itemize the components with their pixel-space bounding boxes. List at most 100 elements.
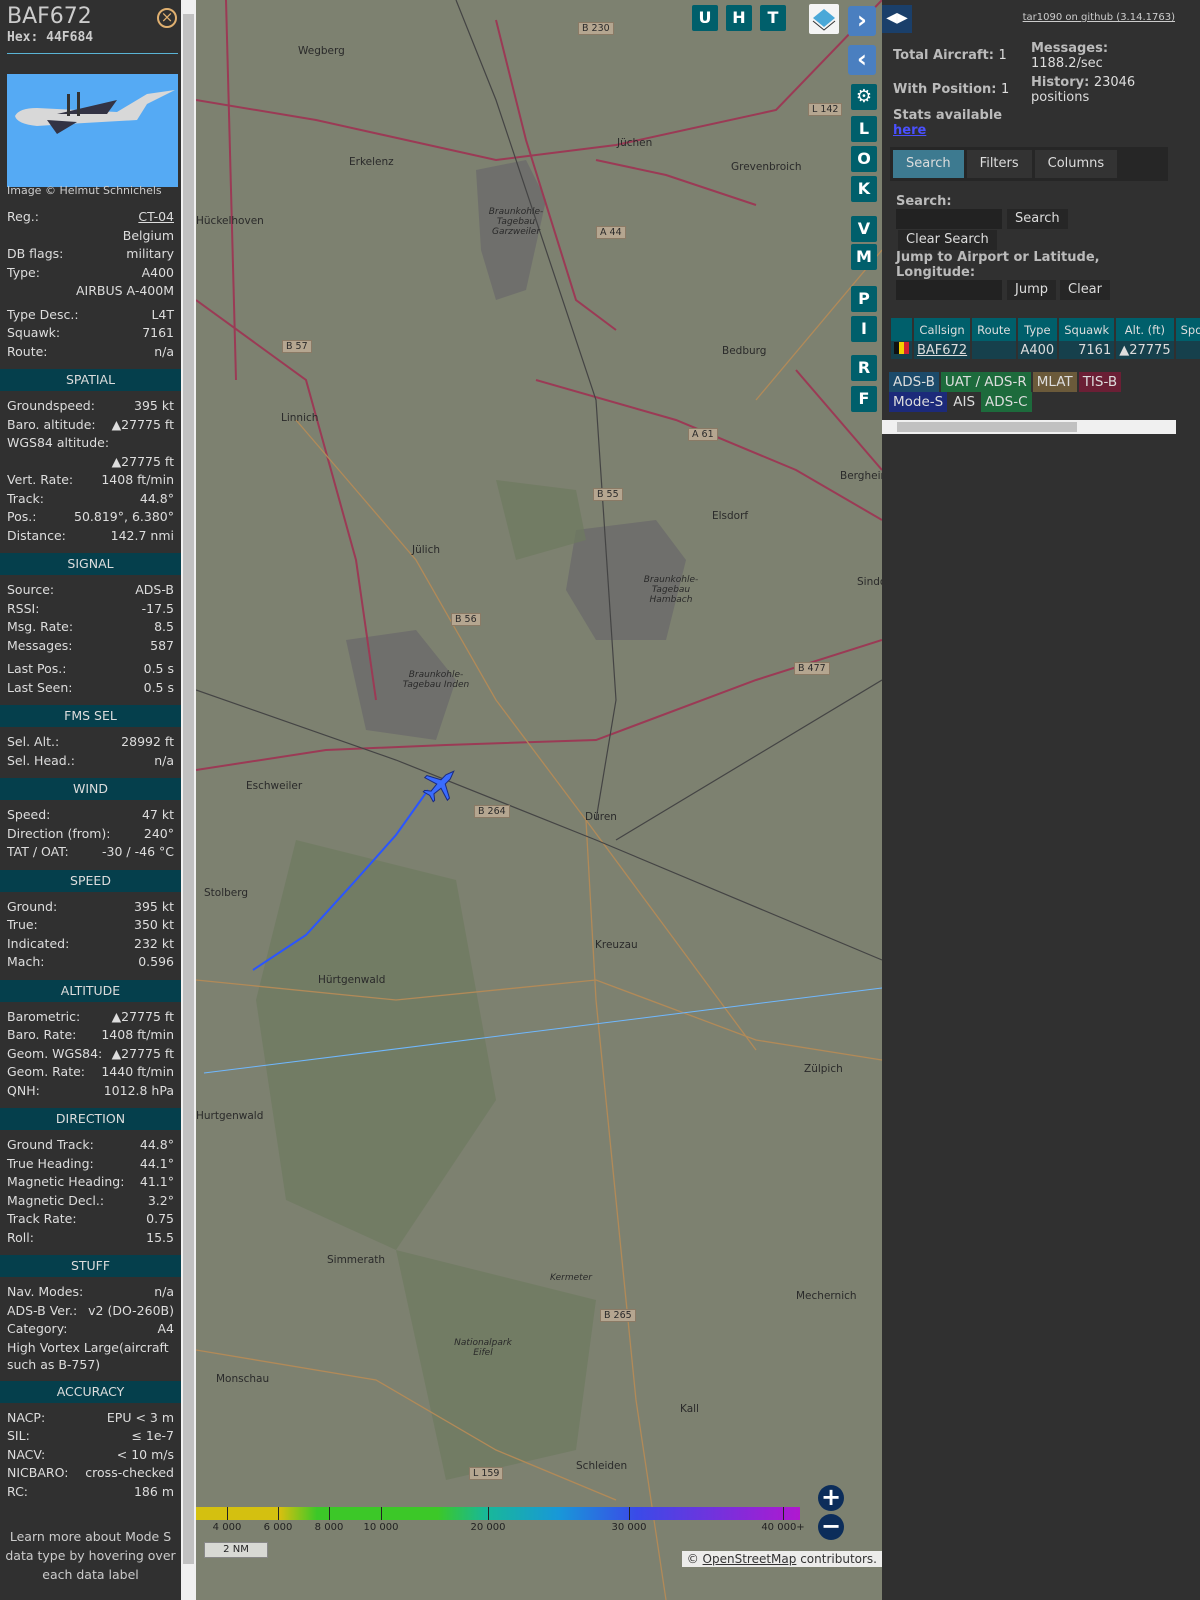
info-label: Last Seen: [7, 679, 73, 695]
tab-filters[interactable]: Filters [966, 150, 1032, 178]
info-row: Source: ADS-B [0, 581, 181, 600]
aircraft-marker[interactable] [417, 760, 465, 808]
layers-button[interactable] [809, 4, 839, 34]
table-row[interactable]: BAF672 A400 7161 ▲27775 [891, 341, 1200, 359]
info-value: ▲27775 ft [111, 416, 174, 432]
col-altitude[interactable]: Alt. (ft) [1116, 318, 1174, 341]
scrollbar-thumb[interactable] [183, 14, 194, 1564]
info-row: Magnetic Decl.: 3.2° [0, 1192, 181, 1211]
map-button-u[interactable]: U [692, 5, 718, 31]
info-value: 28992 ft [121, 734, 174, 749]
map-button-p[interactable]: P [851, 286, 877, 312]
map-button-v[interactable]: V [851, 216, 877, 242]
section-header: SPATIAL [0, 369, 181, 391]
info-label: Squawk: [7, 325, 61, 340]
clear-search-button[interactable]: Clear Search [898, 230, 997, 250]
info-label: Baro. altitude: [7, 416, 96, 432]
info-row: ADS-B Ver.: v2 (DO-260B) [0, 1302, 181, 1321]
osm-link[interactable]: OpenStreetMap [703, 1552, 797, 1566]
info-row: Geom. WGS84: ▲27775 ft [0, 1045, 181, 1064]
map-button-i[interactable]: I [851, 316, 877, 342]
info-row: ▲27775 ft [0, 453, 181, 472]
altitude-tick [783, 1507, 784, 1520]
tab-search[interactable]: Search [893, 150, 964, 178]
source-legend: ADS-B UAT / ADS-R MLAT TIS-B Mode-S AIS ADS-C [889, 372, 1123, 412]
info-label: ADS-B Ver.: [7, 1302, 78, 1318]
info-label: Roll: [7, 1229, 34, 1245]
map-button-f[interactable]: F [851, 386, 877, 412]
info-label: True: [7, 917, 38, 932]
col-speed[interactable]: Spd [1175, 318, 1200, 341]
settings-gear-icon[interactable]: ⚙ [851, 84, 877, 110]
collapse-sidebar-button[interactable]: ‹ [848, 45, 876, 75]
place-label: Hückelhoven [196, 215, 264, 227]
total-aircraft-value: 1 [998, 48, 1007, 63]
clear-jump-button[interactable]: Clear [1060, 280, 1110, 300]
flag-icon [891, 341, 912, 359]
map-button-m[interactable]: M [851, 244, 877, 270]
table-header: Callsign Route Type Squawk Alt. (ft) Spd [891, 318, 1200, 341]
tab-columns[interactable]: Columns [1034, 150, 1118, 178]
motorways [196, 0, 882, 771]
info-value: 41.1° [139, 1174, 174, 1189]
info-row: RC: 186 m [0, 1483, 181, 1502]
scrollbar-thumb[interactable] [897, 422, 1077, 432]
place-label: Linnich [281, 412, 319, 424]
history-stat: History: 23046 positions [1031, 75, 1171, 105]
info-value: 44.8° [139, 1137, 174, 1152]
place-label: Simmerath [327, 1254, 386, 1266]
map-button-r[interactable]: R [851, 355, 877, 381]
altitude-tick [629, 1507, 630, 1520]
col-callsign[interactable]: Callsign [914, 318, 971, 341]
col-type[interactable]: Type [1017, 318, 1058, 341]
github-link[interactable]: tar1090 on github (3.14.1763) [1023, 12, 1175, 23]
altitude-tick-label: 6 000 [263, 1522, 293, 1533]
info-label: Distance: [7, 527, 66, 543]
info-value[interactable]: CT-04 [138, 208, 174, 227]
info-row: Pos.: 50.819°, 6.380° [0, 508, 181, 527]
info-row: Roll: 15.5 [0, 1229, 181, 1248]
map-button-l[interactable]: L [851, 116, 877, 142]
stats-here-link[interactable]: here [893, 123, 926, 138]
road-label: L 159 [469, 1467, 504, 1480]
row-squawk: 7161 [1059, 341, 1115, 359]
col-flag[interactable] [891, 318, 912, 341]
expand-sidebar-button[interactable]: › [848, 6, 876, 36]
zoom-out-button[interactable]: − [818, 1514, 844, 1540]
info-label: Reg.: [7, 209, 39, 224]
search-input[interactable] [896, 209, 1002, 229]
aircraft-photo[interactable] [7, 74, 178, 187]
search-button[interactable]: Search [1007, 209, 1068, 229]
attribution-suffix: contributors. [796, 1552, 877, 1566]
legend-mlat: MLAT [1032, 372, 1077, 392]
info-value: n/a [154, 1284, 174, 1299]
altitude-tick [329, 1507, 330, 1520]
info-label: Mach: [7, 954, 45, 969]
col-squawk[interactable]: Squawk [1059, 318, 1115, 341]
with-position-value: 1 [1001, 82, 1010, 97]
panel-scrollbar[interactable] [181, 0, 196, 1600]
map-button-k[interactable]: K [851, 176, 877, 202]
info-row: Geom. Rate: 1440 ft/min [0, 1063, 181, 1082]
zoom-in-button[interactable]: + [818, 1485, 844, 1511]
legend-adsc: ADS-C [981, 392, 1032, 412]
map-button-h[interactable]: H [726, 5, 752, 31]
info-value: 395 kt [134, 398, 174, 413]
messages-value: 1188.2/sec [1031, 56, 1103, 71]
road-label: B 477 [794, 662, 830, 675]
info-value: v2 (DO-260B) [88, 1302, 174, 1318]
col-route[interactable]: Route [972, 318, 1016, 341]
info-value: 142.7 nmi [110, 527, 174, 543]
close-icon[interactable]: × [157, 8, 177, 28]
map-button-o[interactable]: O [851, 146, 877, 172]
map[interactable]: Wegberg Erkelenz Jüchen Grevenbroich Hückelh… [196, 0, 882, 1600]
jump-input[interactable] [896, 280, 1002, 300]
row-callsign[interactable]: BAF672 [914, 341, 971, 359]
hex-value: 44F684 [46, 30, 94, 45]
road-label: B 265 [600, 1309, 636, 1322]
map-button-t[interactable]: T [760, 5, 786, 31]
table-scrollbar[interactable] [882, 420, 1176, 434]
info-value: ▲27775 ft [111, 453, 174, 469]
toggle-panel-button[interactable]: ◀▶ [882, 5, 912, 33]
jump-button[interactable]: Jump [1007, 280, 1056, 300]
